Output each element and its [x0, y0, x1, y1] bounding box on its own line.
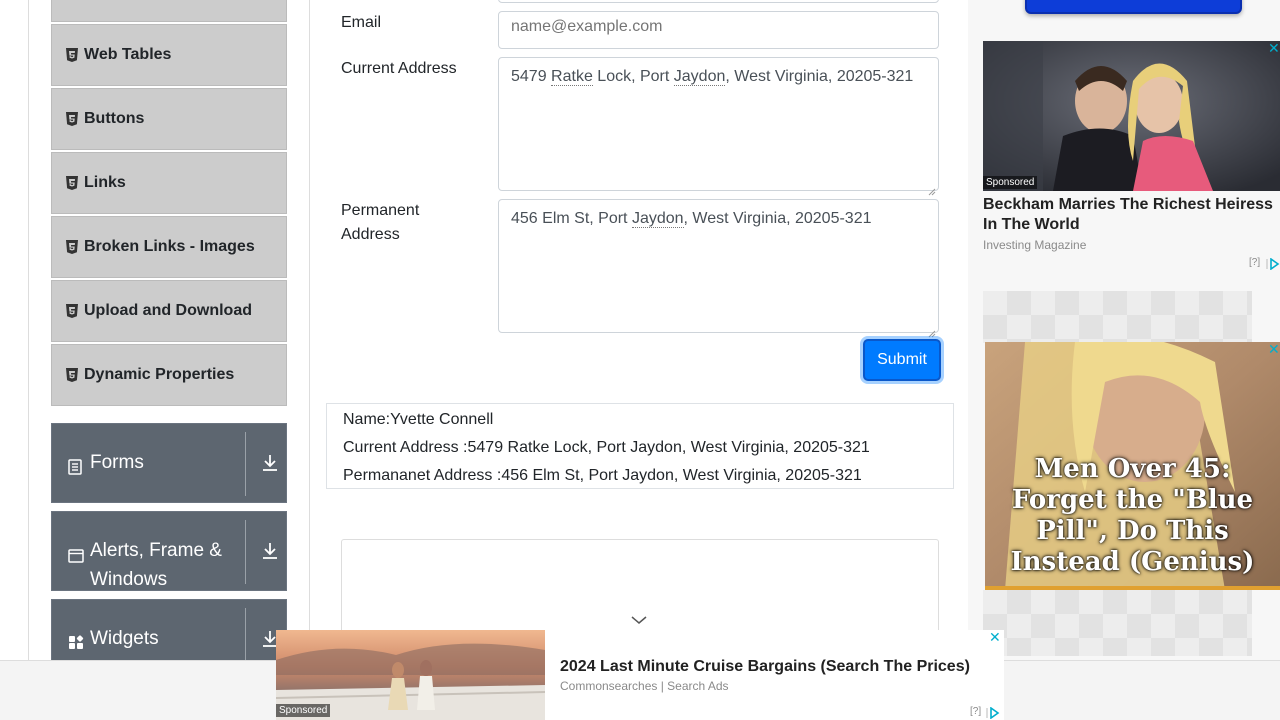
current-address-label: Current Address: [341, 60, 457, 77]
previous-input-edge: [498, 0, 939, 3]
document-icon: [68, 455, 84, 475]
output-name: Name:Yvette Connell: [343, 411, 494, 428]
sidebar-item-label: Links: [84, 174, 126, 191]
ad-pattern-background: [983, 590, 1252, 656]
sponsored-badge: Sponsored: [983, 176, 1038, 189]
left-sidebar: Web Tables Buttons Links Broken Links - …: [28, 0, 310, 720]
widgets-icon: [68, 631, 84, 649]
sponsored-badge: Sponsored: [276, 704, 331, 717]
chevron-down-icon[interactable]: [630, 612, 648, 630]
page: Web Tables Buttons Links Broken Links - …: [0, 0, 1280, 720]
download-icon[interactable]: [262, 454, 278, 477]
ad-image[interactable]: [983, 41, 1280, 191]
sidebar-item-broken-links[interactable]: Broken Links - Images: [51, 216, 287, 278]
sidebar-item-label: Upload and Download: [84, 302, 252, 319]
window-icon: [68, 543, 84, 563]
spellcheck-word: Jaydon: [631, 210, 684, 228]
ad-headline: Men Over 45: Forget the "Blue Pill", Do …: [1010, 454, 1255, 577]
sidebar-item-dynamic-properties[interactable]: Dynamic Properties: [51, 344, 287, 406]
divider: [245, 432, 246, 496]
sidebar-item-partial[interactable]: [51, 0, 287, 22]
sidebar-item-label: Dynamic Properties: [84, 366, 235, 383]
ad-title[interactable]: 2024 Last Minute Cruise Bargains (Search…: [560, 658, 970, 676]
html5-icon: [66, 48, 78, 62]
sidebar-item-label: Broken Links - Images: [84, 238, 255, 255]
close-icon[interactable]: ✕: [1268, 41, 1280, 57]
text-segment: , West Virginia, 20205-321: [683, 210, 872, 227]
sidebar-item-buttons[interactable]: Buttons: [51, 88, 287, 150]
html5-icon: [66, 176, 78, 190]
sidebar-group-label: Widgets: [90, 628, 159, 649]
ad-cta-button[interactable]: [1025, 0, 1242, 14]
email-field[interactable]: name@example.com: [498, 11, 939, 49]
ad-image[interactable]: Men Over 45: Forget the "Blue Pill", Do …: [985, 342, 1280, 590]
text-segment: 456 Elm St, Port: [511, 210, 632, 227]
html5-icon: [66, 240, 78, 254]
resize-handle-icon[interactable]: [928, 322, 936, 338]
text-segment: 5479: [511, 68, 552, 85]
label-line: Address: [341, 226, 400, 243]
output-current-address: Current Address :5479 Ratke Lock, Port J…: [343, 439, 870, 456]
ad-source[interactable]: Investing Magazine: [983, 238, 1086, 252]
sidebar-group-label: Forms: [90, 452, 144, 473]
sidebar-item-label: Buttons: [84, 110, 145, 127]
output-panel: Name:Yvette Connell Current Address :547…: [326, 403, 954, 489]
sidebar-group-label: Alerts, Frame & Windows: [90, 540, 222, 590]
sidebar-group-alerts[interactable]: Alerts, Frame & Windows: [51, 511, 287, 591]
adchoices-icon[interactable]: [1266, 257, 1280, 275]
close-icon[interactable]: ✕: [1268, 342, 1280, 358]
sidebar-item-upload-download[interactable]: Upload and Download: [51, 280, 287, 342]
email-label: Email: [341, 14, 382, 31]
html5-icon: [66, 368, 78, 382]
ad-source[interactable]: Commonsearches | Search Ads: [560, 679, 729, 693]
adchoices-icon[interactable]: [986, 706, 1000, 720]
sidebar-item-links[interactable]: Links: [51, 152, 287, 214]
adchoices-link[interactable]: [?]: [1249, 257, 1260, 268]
current-address-textarea[interactable]: 5479 Ratke Lock, Port Jaydon, West Virgi…: [498, 57, 939, 196]
html5-icon: [66, 304, 78, 318]
close-icon[interactable]: ✕: [989, 630, 1001, 646]
sidebar-item-web-tables[interactable]: Web Tables: [51, 24, 287, 86]
download-icon[interactable]: [262, 542, 278, 565]
html5-icon: [66, 112, 78, 126]
ad-pattern-background: [983, 291, 1252, 343]
submit-button[interactable]: Submit: [863, 339, 941, 381]
text-segment: Lock, Port: [592, 68, 674, 85]
adchoices-link[interactable]: [?]: [970, 706, 981, 717]
spellcheck-word: Jaydon: [673, 68, 726, 86]
sidebar-group-forms[interactable]: Forms: [51, 423, 287, 503]
divider: [245, 520, 246, 584]
label-line: Permanent: [341, 202, 420, 219]
ad-title[interactable]: Beckham Marries The Richest Heiress In T…: [983, 195, 1280, 235]
sidebar-item-label: Web Tables: [84, 46, 172, 63]
permanent-address-textarea[interactable]: 456 Elm St, Port Jaydon, West Virginia, …: [498, 199, 939, 338]
permanent-address-label: Permanent Address: [341, 199, 419, 247]
text-segment: , West Virginia, 20205-321: [725, 68, 914, 85]
resize-handle-icon[interactable]: [928, 180, 936, 196]
bottom-ad[interactable]: Sponsored 2024 Last Minute Cruise Bargai…: [276, 630, 1004, 720]
spellcheck-word: Ratke: [551, 68, 593, 86]
output-permanent-address: Permananet Address :456 Elm St, Port Jay…: [343, 467, 862, 484]
